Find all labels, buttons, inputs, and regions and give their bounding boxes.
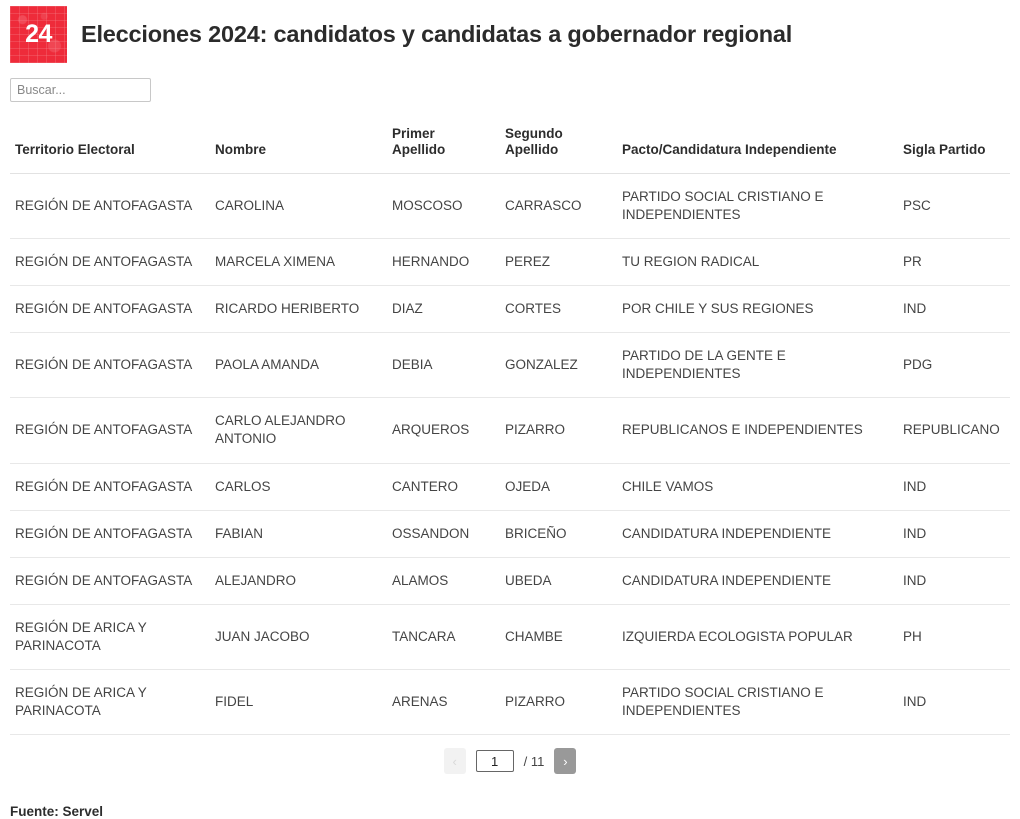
page-number-input[interactable] <box>475 750 514 773</box>
cell-segundo-apellido: CORTES <box>500 285 617 334</box>
pagination: ‹ / 11 › <box>10 735 1010 775</box>
cell-pacto: TU REGION RADICAL <box>617 238 898 287</box>
cell-primer-apellido: DIAZ <box>387 285 500 334</box>
column-header-segundo-apellido[interactable]: Segundo Apellido <box>500 120 617 174</box>
cell-nombre: CARLOS <box>210 463 387 511</box>
candidates-table-container: Territorio Electoral Nombre Primer Apell… <box>0 120 1020 775</box>
table-row: REGIÓN DE ANTOFAGASTA FABIAN OSSANDON BR… <box>10 510 1010 558</box>
cell-pacto: CANDIDATURA INDEPENDIENTE <box>617 510 898 558</box>
cell-nombre: PAOLA AMANDA <box>210 332 387 399</box>
table-head: Territorio Electoral Nombre Primer Apell… <box>10 120 1010 174</box>
table-row: REGIÓN DE ANTOFAGASTA CAROLINA MOSCOSO C… <box>10 173 1010 240</box>
cell-nombre: FIDEL <box>210 669 387 736</box>
cell-segundo-apellido: OJEDA <box>500 463 617 511</box>
column-header-sigla[interactable]: Sigla Partido <box>898 120 1010 174</box>
column-header-pacto[interactable]: Pacto/Candidatura Independiente <box>617 120 898 174</box>
cell-nombre: MARCELA XIMENA <box>210 238 387 287</box>
cell-pacto: POR CHILE Y SUS REGIONES <box>617 285 898 334</box>
next-page-button[interactable]: › <box>554 748 577 775</box>
table-row: REGIÓN DE ANTOFAGASTA MARCELA XIMENA HER… <box>10 238 1010 287</box>
cell-sigla: REPUBLICANO <box>898 397 1010 464</box>
cell-primer-apellido: ARQUEROS <box>387 397 500 464</box>
table-row: REGIÓN DE ARICA Y PARINACOTA FIDEL ARENA… <box>10 669 1010 736</box>
cell-sigla: IND <box>898 510 1010 558</box>
cell-territorio: REGIÓN DE ANTOFAGASTA <box>10 332 210 399</box>
page-header: 24 Elecciones 2024: candidatos y candida… <box>0 0 1020 63</box>
cell-sigla: IND <box>898 557 1010 605</box>
source-footer: Fuente: Servel <box>10 804 104 819</box>
column-header-territorio[interactable]: Territorio Electoral <box>10 120 210 174</box>
search-bar <box>0 58 1020 102</box>
cell-primer-apellido: TANCARA <box>387 604 500 670</box>
cell-nombre: FABIAN <box>210 510 387 558</box>
cell-territorio: REGIÓN DE ANTOFAGASTA <box>10 557 210 605</box>
cell-primer-apellido: ALAMOS <box>387 557 500 605</box>
cell-segundo-apellido: PIZARRO <box>500 669 617 736</box>
page-root: 24 Elecciones 2024: candidatos y candida… <box>0 0 1020 819</box>
cell-primer-apellido: HERNANDO <box>387 238 500 287</box>
cell-sigla: PR <box>898 238 1010 287</box>
cell-primer-apellido: MOSCOSO <box>387 173 500 240</box>
cell-primer-apellido: DEBIA <box>387 332 500 399</box>
page-title: Elecciones 2024: candidatos y candidatas… <box>81 20 793 47</box>
cell-nombre: JUAN JACOBO <box>210 604 387 670</box>
cell-sigla: PDG <box>898 332 1010 399</box>
cell-segundo-apellido: PIZARRO <box>500 397 617 464</box>
cell-segundo-apellido: PEREZ <box>500 238 617 287</box>
table-row: REGIÓN DE ANTOFAGASTA RICARDO HERIBERTO … <box>10 285 1010 334</box>
cell-pacto: PARTIDO DE LA GENTE E INDEPENDIENTES <box>617 332 898 399</box>
cell-territorio: REGIÓN DE ANTOFAGASTA <box>10 463 210 511</box>
cell-sigla: IND <box>898 463 1010 511</box>
cell-primer-apellido: CANTERO <box>387 463 500 511</box>
cell-segundo-apellido: BRICEÑO <box>500 510 617 558</box>
cell-pacto: PARTIDO SOCIAL CRISTIANO E INDEPENDIENTE… <box>617 173 898 240</box>
cell-territorio: REGIÓN DE ANTOFAGASTA <box>10 238 210 287</box>
cell-pacto: REPUBLICANOS E INDEPENDIENTES <box>617 397 898 464</box>
table-body: REGIÓN DE ANTOFAGASTA CAROLINA MOSCOSO C… <box>10 173 1010 736</box>
channel-24-logo: 24 <box>10 5 67 63</box>
cell-territorio: REGIÓN DE ANTOFAGASTA <box>10 285 210 334</box>
cell-pacto: PARTIDO SOCIAL CRISTIANO E INDEPENDIENTE… <box>617 669 898 736</box>
table-row: REGIÓN DE ANTOFAGASTA ALEJANDRO ALAMOS U… <box>10 557 1010 605</box>
cell-primer-apellido: OSSANDON <box>387 510 500 558</box>
table-row: REGIÓN DE ANTOFAGASTA CARLO ALEJANDRO AN… <box>10 397 1010 464</box>
table-row: REGIÓN DE ANTOFAGASTA CARLOS CANTERO OJE… <box>10 463 1010 511</box>
column-header-nombre[interactable]: Nombre <box>210 120 387 174</box>
previous-page-button[interactable]: ‹ <box>443 748 466 775</box>
cell-segundo-apellido: UBEDA <box>500 557 617 605</box>
cell-segundo-apellido: GONZALEZ <box>500 332 617 399</box>
table-header-row: Territorio Electoral Nombre Primer Apell… <box>10 120 1010 174</box>
cell-nombre: CARLO ALEJANDRO ANTONIO <box>210 397 387 464</box>
cell-territorio: REGIÓN DE ARICA Y PARINACOTA <box>10 604 210 670</box>
cell-sigla: IND <box>898 669 1010 736</box>
cell-pacto: CHILE VAMOS <box>617 463 898 511</box>
cell-territorio: REGIÓN DE ARICA Y PARINACOTA <box>10 669 210 736</box>
cell-pacto: CANDIDATURA INDEPENDIENTE <box>617 557 898 605</box>
cell-territorio: REGIÓN DE ANTOFAGASTA <box>10 173 210 240</box>
table-row: REGIÓN DE ARICA Y PARINACOTA JUAN JACOBO… <box>10 604 1010 670</box>
cell-sigla: PSC <box>898 173 1010 240</box>
cell-territorio: REGIÓN DE ANTOFAGASTA <box>10 397 210 464</box>
cell-nombre: RICARDO HERIBERTO <box>210 285 387 334</box>
candidates-table: Territorio Electoral Nombre Primer Apell… <box>10 120 1010 736</box>
cell-pacto: IZQUIERDA ECOLOGISTA POPULAR <box>617 604 898 670</box>
cell-primer-apellido: ARENAS <box>387 669 500 736</box>
cell-segundo-apellido: CARRASCO <box>500 173 617 240</box>
table-row: REGIÓN DE ANTOFAGASTA PAOLA AMANDA DEBIA… <box>10 332 1010 399</box>
logo-label: 24 <box>25 20 52 48</box>
cell-nombre: CAROLINA <box>210 173 387 240</box>
cell-territorio: REGIÓN DE ANTOFAGASTA <box>10 510 210 558</box>
cell-sigla: PH <box>898 604 1010 670</box>
cell-sigla: IND <box>898 285 1010 334</box>
cell-segundo-apellido: CHAMBE <box>500 604 617 670</box>
search-input[interactable] <box>10 78 151 102</box>
total-pages-label: / 11 <box>523 753 545 769</box>
column-header-primer-apellido[interactable]: Primer Apellido <box>387 120 500 174</box>
cell-nombre: ALEJANDRO <box>210 557 387 605</box>
